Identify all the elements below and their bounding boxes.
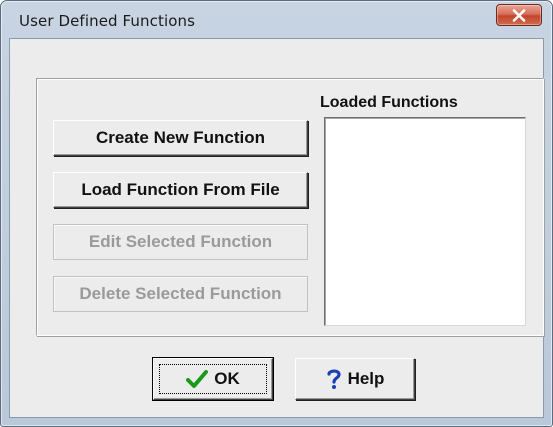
delete-selected-function-button[interactable]: Delete Selected Function <box>53 276 308 312</box>
question-mark-icon <box>326 368 342 390</box>
window-title: User Defined Functions <box>19 12 196 30</box>
delete-selected-function-label: Delete Selected Function <box>79 284 282 303</box>
ok-label: OK <box>214 369 240 388</box>
load-function-from-file-button[interactable]: Load Function From File <box>53 172 308 208</box>
loaded-functions-listbox[interactable] <box>324 117 526 326</box>
help-button[interactable]: Help <box>295 358 415 400</box>
checkmark-icon <box>186 369 209 389</box>
edit-selected-function-label: Edit Selected Function <box>88 232 273 251</box>
dialog-window: User Defined Functions Create New Functi… <box>0 0 553 427</box>
dialog-client-area: Create New Function Load Function From F… <box>9 38 544 418</box>
loaded-functions-label: Loaded Functions <box>320 94 458 111</box>
focus-ring <box>159 364 267 394</box>
title-bar[interactable]: User Defined Functions <box>1 1 552 41</box>
close-button[interactable] <box>496 4 542 26</box>
help-label: Help <box>347 369 385 388</box>
edit-selected-function-button[interactable]: Edit Selected Function <box>53 224 308 260</box>
create-new-function-label: Create New Function <box>95 128 266 147</box>
ok-button[interactable]: OK <box>152 357 274 401</box>
load-function-from-file-label: Load Function From File <box>81 180 280 199</box>
create-new-function-button[interactable]: Create New Function <box>53 120 308 156</box>
close-icon <box>512 8 526 22</box>
